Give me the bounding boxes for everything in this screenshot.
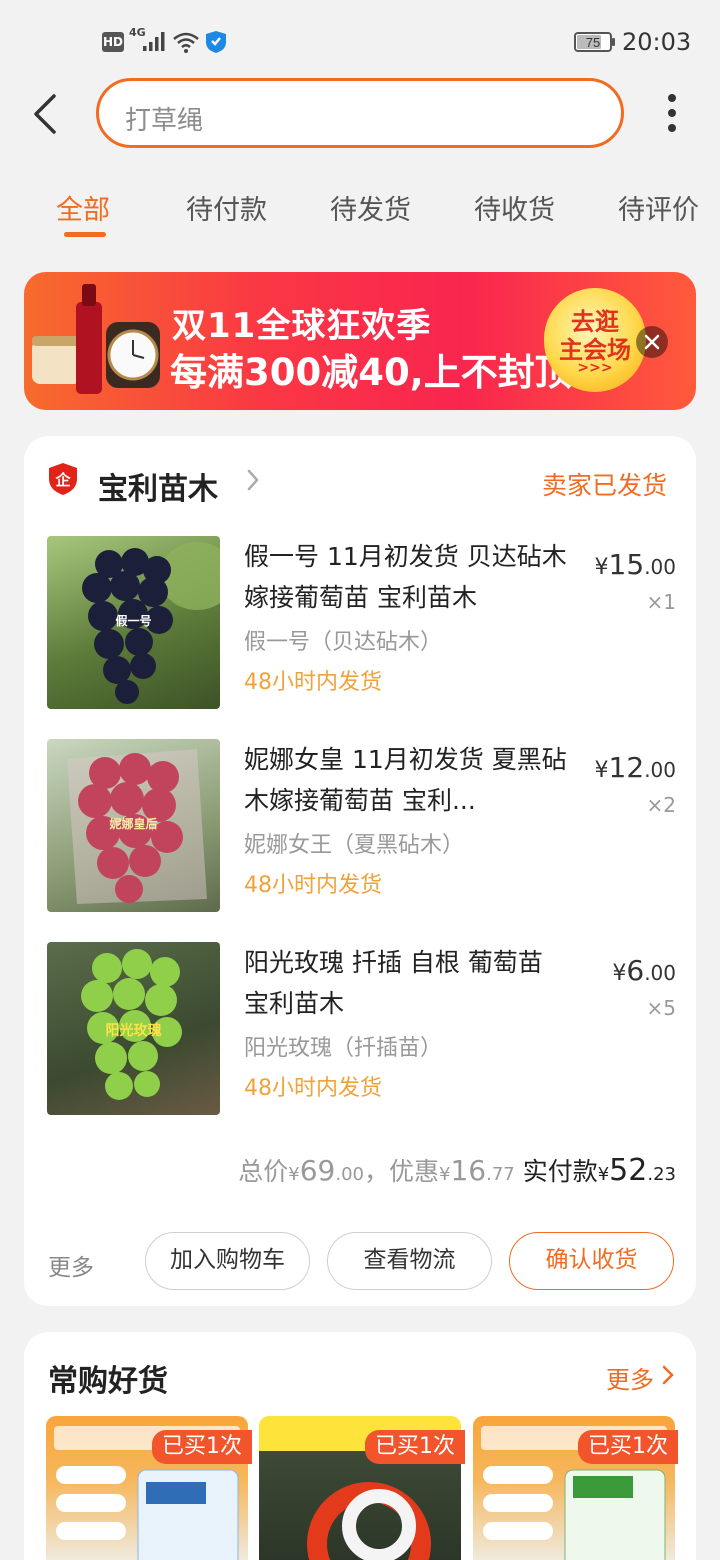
active-tab-indicator xyxy=(64,232,106,237)
main-venue-button[interactable]: 去逛 主会场 >>> xyxy=(544,288,646,392)
total-currency: ¥ xyxy=(288,1164,300,1185)
see-more-link[interactable]: 更多 xyxy=(606,1360,654,1395)
shop-name[interactable]: 宝利苗木 xyxy=(98,464,218,508)
product-quantity: ×1 xyxy=(646,590,676,614)
shipping-note: 48小时内发货 xyxy=(244,873,382,898)
promo-banner[interactable]: 双11全球狂欢季 每满300减40,上不封顶 去逛 主会场 >>> xyxy=(24,272,696,410)
discount-currency: ¥ xyxy=(439,1164,451,1185)
order-total-summary: 总价¥69.00，优惠¥16.77 实付款¥52.23 xyxy=(238,1152,676,1188)
more-actions-link[interactable]: 更多 xyxy=(48,1248,94,1282)
price-int: 12 xyxy=(608,751,645,784)
banner-subtitle: 每满300减40,上不封顶 xyxy=(170,351,572,394)
paid-currency: ¥ xyxy=(597,1164,610,1185)
product-title[interactable]: 假一号 11月初发货 贝达砧木嫁接葡萄苗 宝利苗木 xyxy=(244,536,574,618)
chevron-right-icon[interactable] xyxy=(660,1364,676,1386)
security-shield-icon xyxy=(206,31,226,53)
separator: ， xyxy=(363,1157,389,1186)
product-quantity: ×5 xyxy=(646,996,676,1020)
battery-icon: 75 xyxy=(574,32,615,52)
price-decimal: .00 xyxy=(644,555,676,579)
product-price: ¥12.00 xyxy=(595,751,676,784)
product-title[interactable]: 阳光玫瑰 扦插 自根 葡萄苗 宝利苗木 xyxy=(244,942,574,1024)
product-image-2[interactable]: 妮娜皇后 xyxy=(47,739,220,912)
tab-pending-review[interactable]: 待评价 xyxy=(618,188,699,227)
paid-int: 52 xyxy=(609,1153,648,1188)
view-logistics-button[interactable]: 查看物流 xyxy=(327,1232,492,1290)
product-image-label: 妮娜皇后 xyxy=(109,817,158,831)
signal-icon xyxy=(143,32,165,51)
total-int: 69 xyxy=(299,1154,336,1187)
clock: 20:03 xyxy=(622,28,692,56)
price-int: 15 xyxy=(608,548,645,581)
product-spec: 阳光玫瑰（扦插苗） xyxy=(244,1036,443,1061)
tab-pending-payment[interactable]: 待付款 xyxy=(186,188,267,227)
status-bar: HD 4G 75 20:03 xyxy=(0,0,720,80)
product-image-3[interactable]: 阳光玫瑰 xyxy=(47,942,220,1115)
order-status-tabs: 全部 待付款 待发货 待收货 待评价 xyxy=(0,180,720,240)
discount-decimal: .77 xyxy=(486,1164,515,1185)
svg-text:75: 75 xyxy=(586,35,600,50)
bought-count-badge: 已买1次 xyxy=(152,1430,252,1464)
add-to-cart-button[interactable]: 加入购物车 xyxy=(145,1232,310,1290)
search-query-text: 打草绳 xyxy=(125,106,204,136)
product-image-1[interactable]: 假一号 xyxy=(47,536,220,709)
back-arrow-icon[interactable] xyxy=(28,92,64,136)
discount-int: 16 xyxy=(450,1154,487,1187)
product-spec: 假一号（贝达砧木） xyxy=(244,630,443,655)
price-decimal: .00 xyxy=(644,961,676,985)
product-title[interactable]: 妮娜女皇 11月初发货 夏黑砧木嫁接葡萄苗 宝利... xyxy=(244,739,574,821)
product-spec: 妮娜女王（夏黑砧木） xyxy=(244,833,465,858)
banner-products-image xyxy=(32,284,160,394)
discount-label: 优惠 xyxy=(389,1157,440,1186)
svg-text:企: 企 xyxy=(54,471,71,489)
paid-decimal: .23 xyxy=(647,1164,676,1185)
price-currency: ¥ xyxy=(612,961,627,986)
tab-pending-shipment[interactable]: 待发货 xyxy=(330,188,411,227)
chevron-right-icon[interactable] xyxy=(244,468,262,492)
price-currency: ¥ xyxy=(594,555,609,580)
tab-all[interactable]: 全部 xyxy=(56,188,110,227)
wifi-icon xyxy=(173,32,199,53)
product-price: ¥6.00 xyxy=(612,954,676,987)
more-vertical-icon[interactable] xyxy=(662,92,682,136)
paid-label: 实付款 xyxy=(522,1157,598,1186)
product-image-label: 阳光玫瑰 xyxy=(105,1023,162,1039)
enterprise-shop-icon: 企 xyxy=(49,463,77,495)
shipping-note: 48小时内发货 xyxy=(244,1076,382,1101)
order-status: 卖家已发货 xyxy=(542,471,668,500)
product-price: ¥15.00 xyxy=(595,548,676,581)
product-image-label: 假一号 xyxy=(115,614,152,628)
cta-arrows: >>> xyxy=(577,360,613,376)
search-input[interactable]: 打草绳 xyxy=(96,78,624,148)
tab-pending-receipt[interactable]: 待收货 xyxy=(474,188,555,227)
bought-count-badge: 已买1次 xyxy=(365,1430,465,1464)
shipping-note: 48小时内发货 xyxy=(244,670,382,695)
confirm-receipt-button[interactable]: 确认收货 xyxy=(509,1232,674,1290)
bought-count-badge: 已买1次 xyxy=(578,1430,678,1464)
section-title: 常购好货 xyxy=(48,1364,168,1399)
close-icon[interactable] xyxy=(636,326,668,358)
price-int: 6 xyxy=(626,954,645,987)
product-quantity: ×2 xyxy=(646,793,676,817)
total-label: 总价 xyxy=(238,1157,289,1186)
banner-title: 双11全球狂欢季 xyxy=(172,306,432,346)
hd-indicator: HD xyxy=(102,32,124,52)
price-decimal: .00 xyxy=(644,758,676,782)
price-currency: ¥ xyxy=(594,758,609,783)
total-decimal: .00 xyxy=(335,1164,364,1185)
